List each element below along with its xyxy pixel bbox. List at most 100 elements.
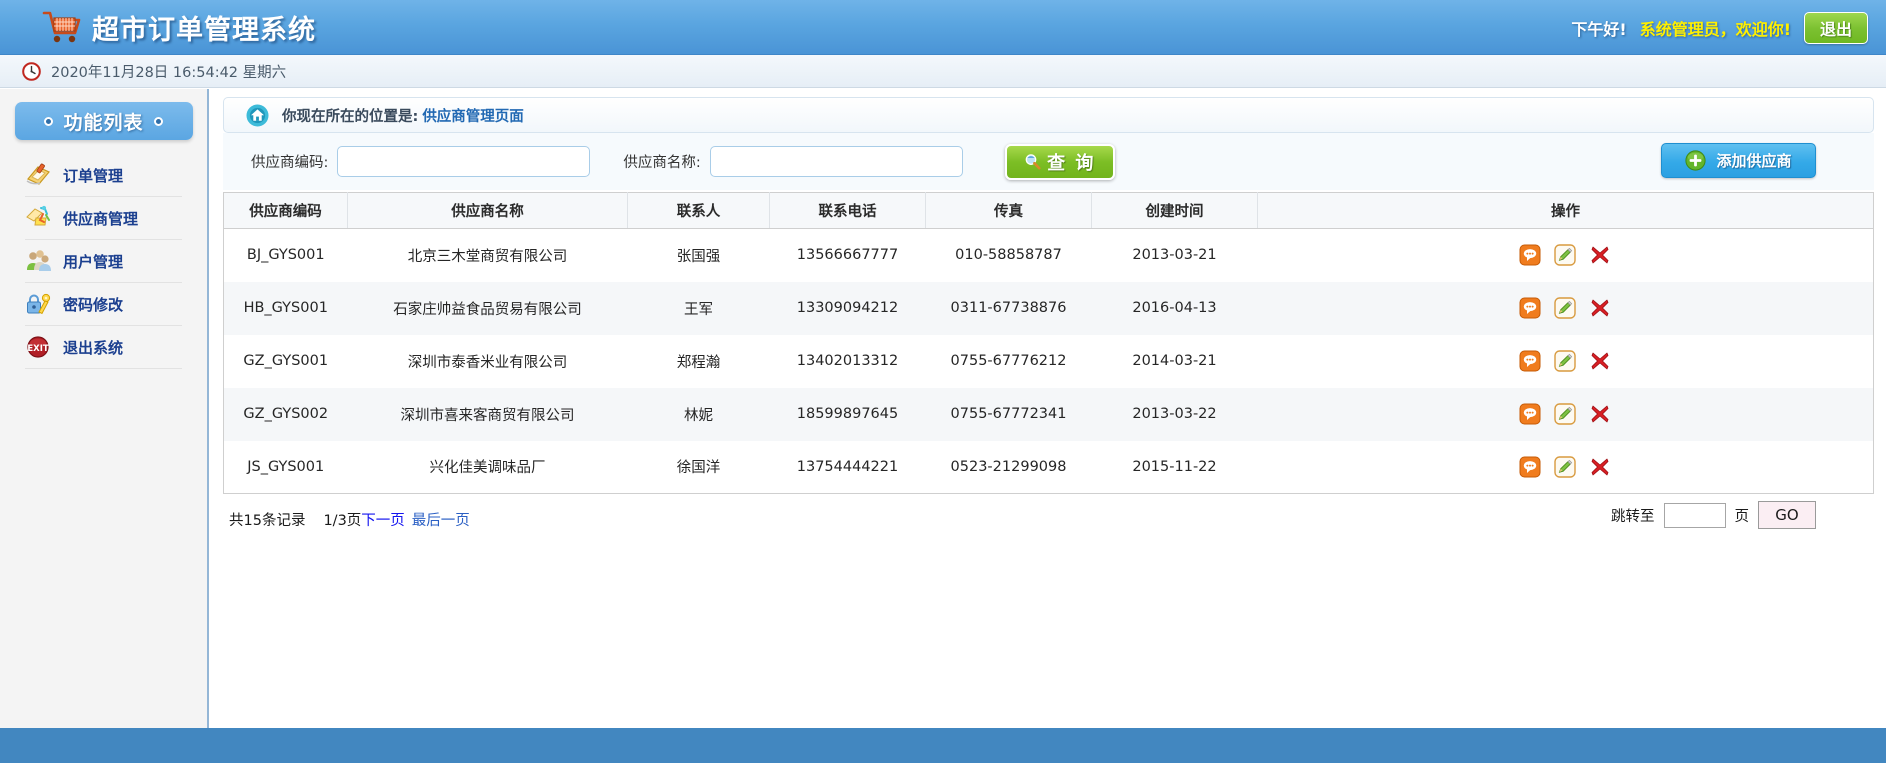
page-unit-label: 页 — [1735, 505, 1750, 526]
cell-name: 深圳市喜来客商贸有限公司 — [348, 388, 628, 441]
cell-created: 2016-04-13 — [1092, 282, 1258, 335]
header-user-area: 下午好! 系统管理员，欢迎你! 退出 — [1571, 0, 1868, 55]
supplier-table-wrapper: 供应商编码 供应商名称 联系人 联系电话 传真 创建时间 操作 BJ_GYS00… — [223, 192, 1874, 494]
sidebar-item-order-management[interactable]: 订单管理 — [25, 154, 182, 197]
view-detail-icon[interactable] — [1519, 297, 1541, 319]
plus-circle-icon — [1685, 150, 1706, 171]
cell-contact: 张国强 — [628, 229, 770, 282]
table-row: HB_GYS001 石家庄帅益食品贸易有限公司 王军 13309094212 0… — [224, 282, 1874, 335]
column-header-fax: 传真 — [926, 193, 1092, 229]
greeting-text: 下午好! — [1571, 16, 1626, 40]
cell-phone: 13566667777 — [770, 229, 926, 282]
supplier-name-input[interactable] — [710, 146, 963, 177]
cell-actions — [1258, 335, 1874, 388]
date-bar: 2020年11月28日 16:54:42 星期六 — [0, 55, 1886, 88]
cell-name: 兴化佳美调味品厂 — [348, 441, 628, 494]
cell-actions — [1258, 282, 1874, 335]
search-button[interactable]: 查 询 — [1005, 144, 1115, 180]
edit-pencil-icon[interactable] — [1554, 403, 1576, 425]
sidebar-item-label: 用户管理 — [63, 251, 123, 272]
cell-name: 北京三木堂商贸有限公司 — [348, 229, 628, 282]
table-row: GZ_GYS001 深圳市泰香米业有限公司 郑程瀚 13402013312 07… — [224, 335, 1874, 388]
supplier-table: 供应商编码 供应商名称 联系人 联系电话 传真 创建时间 操作 BJ_GYS00… — [223, 192, 1874, 494]
sidebar-panel-header: 功能列表 — [15, 102, 193, 140]
cell-phone: 13309094212 — [770, 282, 926, 335]
sidebar-item-supplier-management[interactable]: 供应商管理 — [25, 197, 182, 240]
cell-code: JS_GYS001 — [224, 441, 348, 494]
user-welcome-text: 系统管理员，欢迎你! — [1640, 16, 1791, 40]
cell-contact: 王军 — [628, 282, 770, 335]
table-row: GZ_GYS002 深圳市喜来客商贸有限公司 林妮 18599897645 07… — [224, 388, 1874, 441]
breadcrumb-current-page[interactable]: 供应商管理页面 — [422, 105, 524, 126]
cell-fax: 0755-67776212 — [926, 335, 1092, 388]
column-header-created: 创建时间 — [1092, 193, 1258, 229]
view-detail-icon[interactable] — [1519, 403, 1541, 425]
next-page-link[interactable]: 下一页 — [361, 509, 405, 530]
cell-code: GZ_GYS002 — [224, 388, 348, 441]
cell-contact: 郑程瀚 — [628, 335, 770, 388]
current-page-text: 1/3页 — [323, 509, 361, 530]
shopping-cart-icon — [40, 6, 82, 48]
supplier-code-input[interactable] — [337, 146, 590, 177]
edit-pencil-icon[interactable] — [1554, 350, 1576, 372]
clock-icon — [22, 62, 41, 81]
bullet-dot-left-icon — [44, 117, 53, 126]
view-detail-icon[interactable] — [1519, 350, 1541, 372]
view-detail-icon[interactable] — [1519, 456, 1541, 478]
column-header-name: 供应商名称 — [348, 193, 628, 229]
sidebar-item-exit-system[interactable]: EXIT 退出系统 — [25, 326, 182, 369]
exit-icon: EXIT — [25, 334, 52, 360]
column-header-code: 供应商编码 — [224, 193, 348, 229]
sidebar-item-label: 供应商管理 — [63, 208, 138, 229]
cell-fax: 0523-21299098 — [926, 441, 1092, 494]
delete-x-icon[interactable] — [1589, 244, 1611, 266]
home-icon — [246, 104, 269, 127]
body-wrapper: 功能列表 订单管理 — [0, 89, 1886, 728]
table-row: JS_GYS001 兴化佳美调味品厂 徐国洋 13754444221 0523-… — [224, 441, 1874, 494]
sidebar-panel-title: 功能列表 — [63, 108, 143, 135]
delete-x-icon[interactable] — [1589, 403, 1611, 425]
view-detail-icon[interactable] — [1519, 244, 1541, 266]
jump-to-page-group: 跳转至 页 GO — [1611, 501, 1816, 529]
cell-name: 石家庄帅益食品贸易有限公司 — [348, 282, 628, 335]
search-button-label: 查 询 — [1047, 149, 1095, 175]
delete-x-icon[interactable] — [1589, 350, 1611, 372]
cell-fax: 010-58858787 — [926, 229, 1092, 282]
sidebar-item-change-password[interactable]: 密码修改 — [25, 283, 182, 326]
column-header-actions: 操作 — [1258, 193, 1874, 229]
delete-x-icon[interactable] — [1589, 297, 1611, 319]
cell-contact: 徐国洋 — [628, 441, 770, 494]
edit-pencil-icon[interactable] — [1554, 244, 1576, 266]
main-content: 你现在所在的位置是: 供应商管理页面 供应商编码: 供应商名称: 查 询 — [211, 89, 1886, 728]
breadcrumb: 你现在所在的位置是: 供应商管理页面 — [223, 97, 1874, 133]
edit-pencil-icon[interactable] — [1554, 456, 1576, 478]
column-header-contact: 联系人 — [628, 193, 770, 229]
cell-code: GZ_GYS001 — [224, 335, 348, 388]
cell-phone: 13402013312 — [770, 335, 926, 388]
cell-created: 2013-03-21 — [1092, 229, 1258, 282]
cell-created: 2014-03-21 — [1092, 335, 1258, 388]
table-row: BJ_GYS001 北京三木堂商贸有限公司 张国强 13566667777 01… — [224, 229, 1874, 282]
last-page-link[interactable]: 最后一页 — [412, 509, 470, 530]
column-header-phone: 联系电话 — [770, 193, 926, 229]
sidebar-item-label: 密码修改 — [63, 294, 123, 315]
sidebar-menu: 订单管理 供应商管理 — [25, 154, 182, 369]
cell-actions — [1258, 229, 1874, 282]
total-records-text: 共15条记录 — [229, 509, 305, 530]
users-group-icon — [25, 248, 52, 274]
add-supplier-button[interactable]: 添加供应商 — [1661, 143, 1816, 178]
go-button[interactable]: GO — [1758, 501, 1816, 529]
jump-page-input[interactable] — [1664, 503, 1726, 528]
lock-key-icon — [25, 291, 52, 317]
bullet-dot-right-icon — [154, 117, 163, 126]
app-header: 超市订单管理系统 下午好! 系统管理员，欢迎你! 退出 — [0, 0, 1886, 55]
sidebar-item-label: 订单管理 — [63, 165, 123, 186]
logout-button[interactable]: 退出 — [1804, 12, 1868, 44]
cell-created: 2013-03-22 — [1092, 388, 1258, 441]
delete-x-icon[interactable] — [1589, 456, 1611, 478]
edit-pencil-icon[interactable] — [1554, 297, 1576, 319]
search-toolbar: 供应商编码: 供应商名称: 查 询 — [223, 133, 1874, 190]
breadcrumb-prefix: 你现在所在的位置是: — [282, 105, 418, 126]
magnifier-icon — [1024, 153, 1041, 170]
sidebar-item-user-management[interactable]: 用户管理 — [25, 240, 182, 283]
